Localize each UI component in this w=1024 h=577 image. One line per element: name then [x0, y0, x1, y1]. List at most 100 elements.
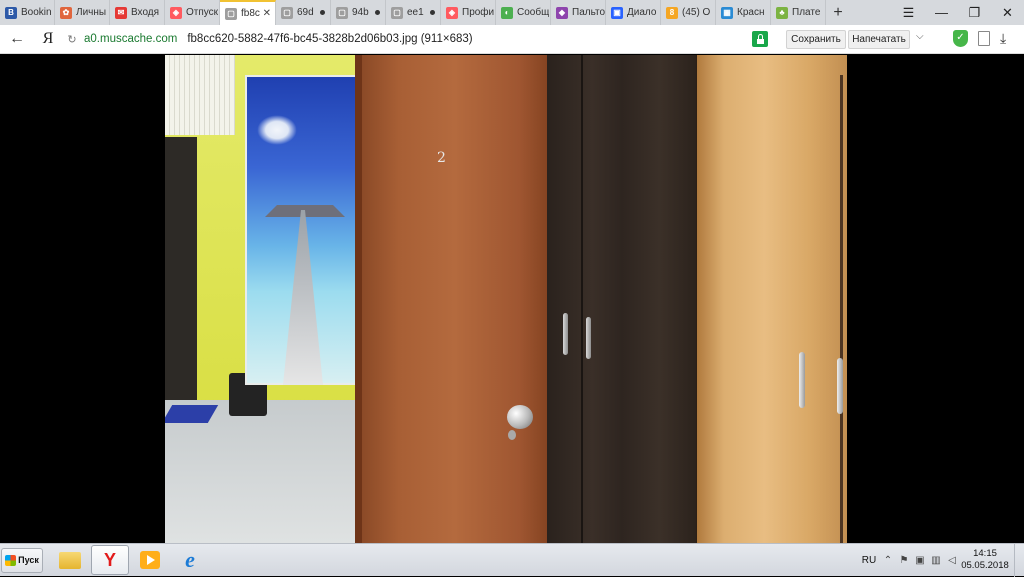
taskbar-media-player[interactable] — [131, 545, 169, 575]
tab-favicon-icon: ◐ — [501, 6, 513, 19]
browser-tab[interactable]: ♣ Плате — [771, 0, 826, 25]
photo-wardrobe-handle — [586, 317, 591, 359]
tab-favicon-icon: ▢ — [336, 6, 348, 19]
reader-mode-icon[interactable] — [978, 31, 990, 46]
tab-favicon-icon: ▢ — [225, 7, 237, 20]
back-button[interactable]: ← — [0, 30, 34, 48]
browser-tab[interactable]: ◆ Пальто — [551, 0, 606, 25]
clock-time: 14:15 — [973, 548, 997, 559]
yandex-logo-icon[interactable]: Я — [34, 30, 62, 48]
photo-keyhole — [508, 430, 516, 440]
language-indicator[interactable]: RU — [858, 555, 880, 566]
browser-tab[interactable]: ▦ Красн — [716, 0, 771, 25]
tab-label: Bookin — [21, 7, 52, 18]
close-button[interactable]: ✕ — [991, 5, 1024, 21]
tab-close-icon[interactable]: ✕ — [263, 8, 271, 19]
tab-label: Диало — [627, 7, 657, 18]
tab-favicon-icon: ◈ — [170, 6, 182, 19]
tab-label: ee1 — [407, 7, 424, 18]
flag-icon[interactable]: ⚑ — [896, 555, 912, 566]
tab-label: Пальто — [572, 7, 605, 18]
tab-label: Сообщ — [517, 7, 550, 18]
photo-wardrobe-handle — [837, 358, 843, 414]
browser-tab[interactable]: ▢ ee1 — [386, 0, 441, 25]
tab-favicon-icon: 8 — [666, 6, 678, 19]
start-button[interactable]: Пуск — [1, 547, 43, 573]
lock-icon[interactable] — [752, 31, 768, 47]
browser-tab[interactable]: ◐ Сообщ — [496, 0, 551, 25]
volume-icon[interactable]: ◁ — [944, 555, 960, 566]
photo-wardrobe-handle — [563, 313, 568, 355]
photo-cabinet-seam — [840, 75, 843, 543]
show-hidden-icons-icon[interactable]: ⌃ — [880, 555, 896, 566]
windows-logo-icon — [5, 554, 17, 566]
tab-favicon-icon: ✿ — [60, 6, 72, 19]
browser-tab[interactable]: 8 (45) О — [661, 0, 716, 25]
tab-label: Красн — [737, 7, 765, 18]
restore-button[interactable]: ❐ — [958, 5, 991, 21]
browser-tab[interactable]: ✿ Личны — [55, 0, 110, 25]
photo-window-blind — [165, 55, 235, 135]
tab-loading-dot-icon — [320, 10, 325, 15]
media-player-icon — [140, 551, 160, 569]
menu-icon[interactable]: ☰ — [892, 5, 925, 21]
photo-wardrobe-seam — [581, 55, 583, 543]
reload-icon[interactable]: ↻ — [62, 33, 82, 46]
photo-dark-doorway — [165, 137, 197, 412]
tab-favicon-icon: ▢ — [391, 6, 403, 19]
tab-label: Плате — [792, 7, 821, 18]
tab-favicon-icon: ✉ — [115, 6, 127, 19]
network-icon[interactable]: ▥ — [928, 555, 944, 566]
protect-shield-icon[interactable]: ✓ — [953, 30, 968, 47]
tab-label: 94b — [352, 7, 369, 18]
system-tray: RU ⌃ ⚑ ▣ ▥ ◁ 14:15 05.05.2018 — [858, 543, 1024, 577]
browser-tab[interactable]: ▢ 94b — [331, 0, 386, 25]
photo-wooden-door — [362, 55, 547, 543]
photo-poster-cloud — [257, 115, 297, 145]
tab-loading-dot-icon — [375, 10, 380, 15]
browser-tab[interactable]: ✉ Входя — [110, 0, 165, 25]
download-icon[interactable]: ⤓ — [1000, 30, 1006, 47]
tab-favicon-icon: ◈ — [446, 6, 458, 19]
page-title[interactable]: fb8cc620-5882-47f6-bc45-3828b2d06b03.jpg… — [187, 33, 472, 45]
chevron-down-icon[interactable]: ⌵ — [916, 31, 924, 42]
photo-light-wardrobe — [697, 55, 847, 543]
clock-date: 05.05.2018 — [961, 560, 1009, 571]
print-button[interactable]: Напечатать — [848, 30, 910, 49]
new-tab-button[interactable]: + — [826, 0, 850, 25]
tab-favicon-icon: ▦ — [721, 6, 733, 19]
page-viewport: 2 — [0, 55, 1024, 543]
internet-explorer-icon: e — [185, 547, 195, 572]
window-controls: ☰ — ❐ ✕ — [892, 0, 1024, 25]
taskbar-explorer[interactable] — [51, 545, 89, 575]
save-button[interactable]: Сохранить — [786, 30, 846, 49]
browser-tab[interactable]: ▣ Диало — [606, 0, 661, 25]
browser-tab[interactable]: ▢ fb8c ✕ — [220, 0, 276, 25]
url-domain[interactable]: a0.muscache.com — [84, 33, 177, 45]
displayed-image[interactable]: 2 — [165, 55, 847, 543]
tab-label: fb8c — [241, 8, 260, 19]
browser-tab[interactable]: ◈ Профи — [441, 0, 496, 25]
browser-tab[interactable]: ▢ 69d — [276, 0, 331, 25]
show-desktop-button[interactable] — [1014, 543, 1024, 577]
taskbar-internet-explorer[interactable]: e — [171, 545, 209, 575]
taskbar: Пуск Y e RU ⌃ ⚑ ▣ ▥ ◁ 14:15 05.05.2018 — [0, 543, 1024, 577]
clock[interactable]: 14:15 05.05.2018 — [960, 548, 1010, 572]
browser-tab[interactable]: B Bookin — [0, 0, 55, 25]
minimize-button[interactable]: — — [925, 5, 958, 20]
tab-label: Профи — [462, 7, 495, 18]
photo-dark-wardrobe — [547, 55, 697, 543]
taskbar-yandex-browser[interactable]: Y — [91, 545, 129, 575]
tab-label: Личны — [76, 7, 107, 18]
folder-icon — [59, 551, 81, 569]
tab-list: B Bookin ✿ Личны ✉ Входя ◈ Отпуск ▢ fb8c ✕ ▢ 69d ▢ 94b… — [0, 0, 826, 25]
tab-favicon-icon: B — [5, 6, 17, 19]
yandex-browser-icon: Y — [103, 549, 116, 570]
door-number-label: 2 — [437, 150, 446, 166]
tab-favicon-icon: ◆ — [556, 6, 568, 19]
address-bar: ← Я ↻ a0.muscache.com fb8cc620-5882-47f6… — [0, 25, 1024, 54]
tab-label: (45) О — [682, 7, 711, 18]
browser-tab[interactable]: ◈ Отпуск — [165, 0, 220, 25]
photo-wardrobe-handle — [799, 352, 805, 408]
security-icon[interactable]: ▣ — [912, 555, 928, 566]
